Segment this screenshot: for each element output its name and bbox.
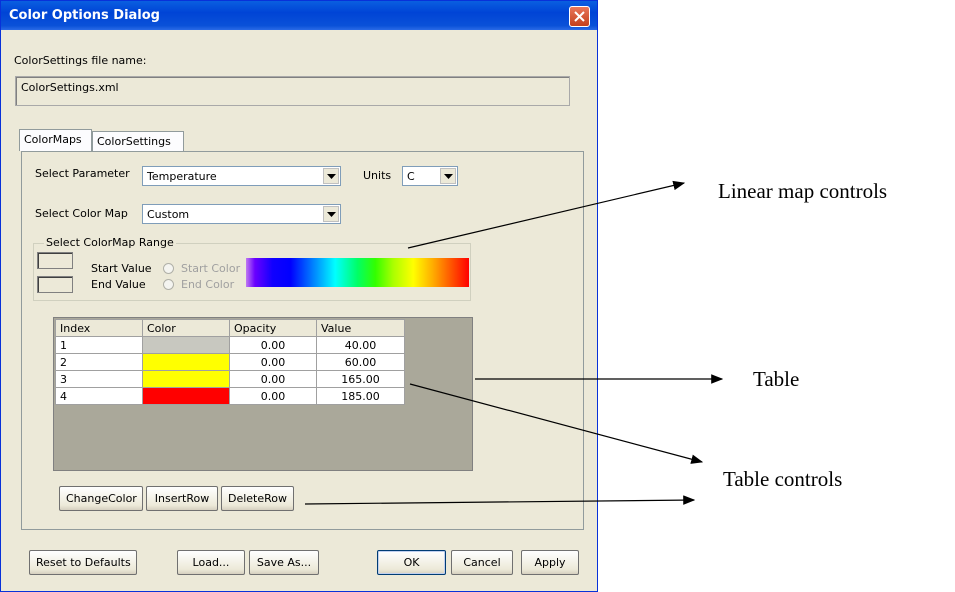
annotation-linear-map-controls: Linear map controls (718, 179, 888, 203)
annotation-table-controls: Table controls (723, 467, 843, 491)
arrow-linear-map-controls (407, 180, 686, 249)
annotation-arrows (304, 180, 724, 505)
arrow-table-controls (409, 383, 704, 464)
arrow-table-buttons (304, 495, 696, 505)
annotation-table: Table (753, 367, 800, 391)
